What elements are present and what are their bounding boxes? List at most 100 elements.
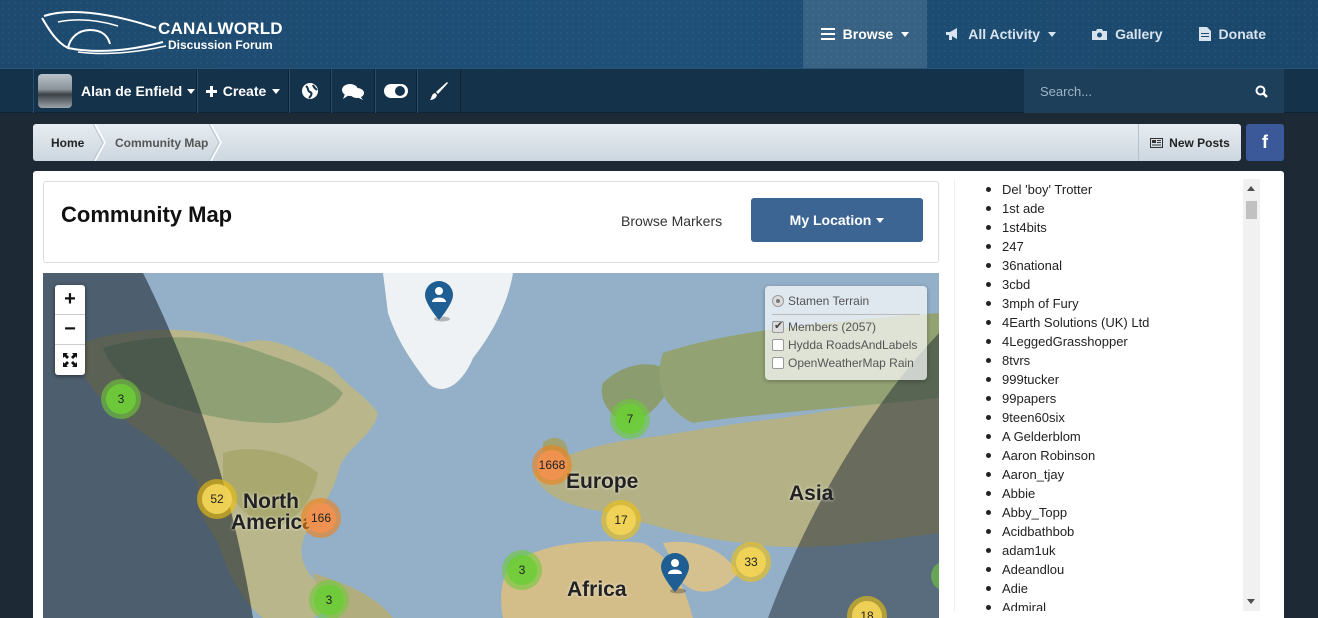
list-icon	[820, 28, 835, 40]
member-link[interactable]: Del 'boy' Trotter	[986, 180, 1272, 199]
member-link[interactable]: Admiral	[986, 598, 1272, 611]
breadcrumb-separator-icon	[93, 124, 106, 161]
member-link[interactable]: 3mph of Fury	[986, 294, 1272, 313]
nav-browse[interactable]: Browse	[802, 0, 928, 68]
scroll-down-icon[interactable]	[1247, 599, 1255, 604]
search-box[interactable]: Search...	[1024, 69, 1284, 113]
member-pin-icon[interactable]	[660, 552, 690, 594]
member-link[interactable]: Aaron_tjay	[986, 465, 1272, 484]
member-link[interactable]: 999tucker	[986, 370, 1272, 389]
my-location-label: My Location	[789, 212, 872, 228]
search-input[interactable]: Search...	[1040, 84, 1255, 99]
my-location-button[interactable]: My Location	[751, 198, 923, 242]
browse-markers-link[interactable]: Browse Markers	[621, 213, 722, 229]
fullscreen-button[interactable]	[55, 345, 85, 375]
member-link[interactable]: 247	[986, 237, 1272, 256]
marker-cluster[interactable]: 17	[601, 500, 641, 540]
member-list-items: Del 'boy' Trotter 1st ade 1st4bits 247 36nat…	[955, 179, 1272, 611]
member-pin-icon[interactable]	[424, 280, 454, 322]
layer-control[interactable]: Stamen Terrain Members (2057) Hydda Road…	[765, 286, 927, 380]
chat-bubbles-icon	[342, 83, 364, 100]
user-menu[interactable]: Alan de Enfield	[33, 69, 197, 113]
nav-donate-label: Donate	[1218, 26, 1266, 42]
caret-down-icon	[272, 88, 281, 94]
member-list-scrollbar[interactable]	[1243, 179, 1260, 611]
member-link[interactable]: 1st ade	[986, 199, 1272, 218]
breadcrumb-separator-icon	[209, 124, 222, 161]
cluster-count: 3	[507, 555, 537, 585]
map-label-europe: Europe	[566, 470, 639, 493]
marker-cluster[interactable]: 52	[197, 479, 237, 519]
scroll-up-icon[interactable]	[1247, 186, 1255, 191]
facebook-icon: f	[1262, 132, 1268, 152]
radio-button[interactable]	[772, 295, 784, 307]
breadcrumb-current: Community Map	[115, 135, 209, 150]
member-link[interactable]: 8tvrs	[986, 351, 1272, 370]
member-link[interactable]: Abby_Topp	[986, 503, 1272, 522]
new-posts-button[interactable]: New Posts	[1138, 124, 1241, 161]
overlay-hydda[interactable]: Hydda RoadsAndLabels	[772, 336, 920, 354]
marker-cluster[interactable]: 166	[301, 498, 341, 538]
member-link[interactable]: 9teen60six	[986, 408, 1272, 427]
fullscreen-icon	[63, 353, 77, 367]
checkbox[interactable]	[772, 357, 784, 369]
nav-gallery[interactable]: Gallery	[1074, 0, 1180, 68]
marker-cluster[interactable]: 3	[309, 580, 349, 618]
globe-button[interactable]	[289, 69, 331, 113]
facebook-button[interactable]: f	[1246, 124, 1284, 161]
member-link[interactable]: A Gelderblom	[986, 427, 1272, 446]
style-chooser-button[interactable]	[417, 69, 461, 113]
zoom-in-button[interactable]: +	[55, 285, 85, 315]
username: Alan de Enfield	[81, 83, 183, 99]
site-logo[interactable]: CANALWORLD Discussion Forum	[38, 8, 298, 60]
map-label-africa: Africa	[567, 578, 627, 601]
base-layer-option[interactable]: Stamen Terrain	[772, 292, 920, 310]
zoom-out-button[interactable]: −	[55, 315, 85, 345]
member-link[interactable]: Aaron Robinson	[986, 446, 1272, 465]
member-link[interactable]: Acidbathbob	[986, 522, 1272, 541]
base-layer-label: Stamen Terrain	[788, 294, 870, 308]
caret-down-icon	[1048, 31, 1057, 37]
marker-cluster[interactable]: 3	[101, 379, 141, 419]
nav-all-activity[interactable]: All Activity	[927, 0, 1074, 68]
map-label-north: North	[243, 490, 299, 513]
brand-title: CANALWORLD	[158, 19, 283, 38]
member-link[interactable]: 3cbd	[986, 275, 1272, 294]
checkbox[interactable]	[772, 319, 784, 333]
messages-button[interactable]	[331, 69, 375, 113]
member-link[interactable]: Adie	[986, 579, 1272, 598]
cluster-count: 3	[106, 384, 136, 414]
member-link[interactable]: 36national	[986, 256, 1272, 275]
marker-cluster[interactable]: 1668	[532, 445, 572, 485]
community-map[interactable]: + − Stamen Terrain Members (2057) Hydda …	[43, 273, 939, 618]
page-title: Community Map	[61, 202, 233, 227]
theme-toggle[interactable]	[375, 69, 417, 113]
new-posts-label: New Posts	[1169, 135, 1230, 150]
marker-cluster[interactable]: 33	[731, 542, 771, 582]
scroll-thumb[interactable]	[1246, 201, 1257, 219]
member-link[interactable]: 1st4bits	[986, 218, 1272, 237]
overlay-members[interactable]: Members (2057)	[772, 318, 920, 336]
create-menu[interactable]: Create	[197, 69, 289, 113]
zoom-controls: + −	[55, 285, 85, 375]
search-icon[interactable]	[1255, 85, 1268, 98]
breadcrumb-home[interactable]: Home	[51, 124, 84, 161]
cluster-count: 17	[606, 505, 636, 535]
checkbox[interactable]	[772, 339, 784, 351]
overlay-rain[interactable]: OpenWeatherMap Rain	[772, 354, 920, 372]
member-link[interactable]: Adeandlou	[986, 560, 1272, 579]
marker-cluster[interactable]: 3	[502, 550, 542, 590]
cluster-count: 33	[736, 547, 766, 577]
toggle-icon	[384, 84, 408, 98]
cluster-count: 18	[852, 601, 882, 618]
member-link[interactable]: 99papers	[986, 389, 1272, 408]
member-list[interactable]: Del 'boy' Trotter 1st ade 1st4bits 247 36nat…	[954, 179, 1272, 611]
nav-donate[interactable]: Donate	[1181, 0, 1284, 68]
member-link[interactable]: 4LeggedGrasshopper	[986, 332, 1272, 351]
nav-gallery-label: Gallery	[1115, 26, 1163, 42]
member-link[interactable]: Abbie	[986, 484, 1272, 503]
marker-cluster[interactable]: 7	[610, 399, 650, 439]
member-link[interactable]: adam1uk	[986, 541, 1272, 560]
document-icon	[1198, 27, 1211, 41]
member-link[interactable]: 4Earth Solutions (UK) Ltd	[986, 313, 1272, 332]
